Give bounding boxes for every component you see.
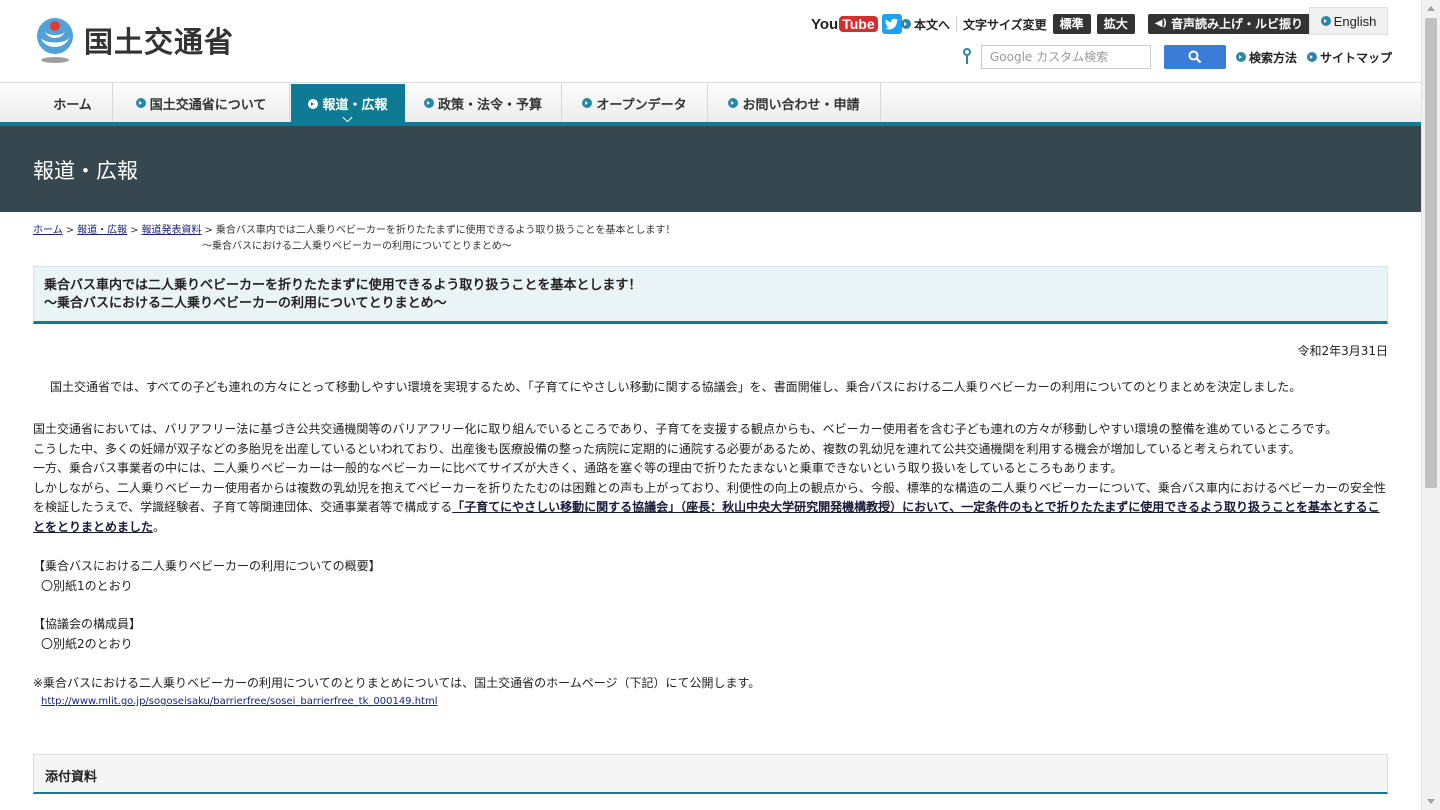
nav-open-data[interactable]: オープンデータ xyxy=(562,83,708,123)
social-links: You Tube xyxy=(811,14,902,34)
scroll-up-icon[interactable] xyxy=(1427,6,1435,11)
circle-arrow-icon xyxy=(1236,52,1246,62)
sitemap-label: サイトマップ xyxy=(1320,50,1393,65)
page: 国土交通省 You Tube 本文へ 文字サイズ変更 標準 拡大 ◀) 音声読み上げ… xyxy=(0,0,1421,810)
twitter-icon[interactable] xyxy=(881,14,902,34)
summary-section: 【乗合バスにおける二人乗りベビーカーの利用についての概要】 〇別紙1のとおり xyxy=(33,557,381,596)
youtube-you-text: You xyxy=(811,15,839,33)
circle-arrow-icon xyxy=(423,98,434,108)
section-banner: 報道・広報 xyxy=(0,126,1421,212)
breadcrumb: ホーム > 報道・広報 > 報道発表資料 > 乗合バス車内では二人乗りベビーカーを折りたたま… xyxy=(33,223,675,255)
breadcrumb-current: 乗合バス車内では二人乗りベビーカーを折りたたまずに使用できるよう取り扱うことを基… xyxy=(215,225,676,236)
divider xyxy=(956,16,958,32)
chevron-down-icon xyxy=(342,112,353,123)
english-label: English xyxy=(1333,13,1377,29)
members-heading: 【協議会の構成員】 xyxy=(33,617,142,631)
skip-to-content-label: 本文へ xyxy=(914,17,951,32)
breadcrumb-press[interactable]: 報道・広報 xyxy=(77,225,127,236)
breadcrumb-separator: > xyxy=(65,225,75,236)
article-title: 乗合バス車内では二人乗りベビーカーを折りたたまずに使用できるよう取り扱うことを基… xyxy=(44,277,641,313)
voice-ruby-label: 音声読み上げ・ルビ振り xyxy=(1170,17,1303,31)
circle-arrow-icon xyxy=(308,98,319,109)
search-icon xyxy=(1188,50,1202,64)
section-title: 報道・広報 xyxy=(33,159,138,183)
search-help-label: 検索方法 xyxy=(1249,50,1298,65)
circle-arrow-icon xyxy=(728,98,739,108)
nav-policy-label: 政策・法令・予算 xyxy=(437,97,542,113)
youtube-icon[interactable]: You Tube xyxy=(811,16,878,33)
members-section: 【協議会の構成員】 〇別紙2のとおり xyxy=(33,615,141,654)
circle-arrow-icon xyxy=(1320,16,1331,26)
publication-note: ※乗合バスにおける二人乗りベビーカーの利用についてのとりまとめについては、国土交… xyxy=(33,676,761,690)
search-button[interactable] xyxy=(1164,45,1226,69)
members-item: 〇別紙2のとおり xyxy=(41,636,133,651)
circle-arrow-icon xyxy=(582,98,593,108)
summary-item: 〇別紙1のとおり xyxy=(41,578,133,593)
publish-date: 令和2年3月31日 xyxy=(1297,344,1388,358)
breadcrumb-home[interactable]: ホーム xyxy=(33,225,63,236)
circle-arrow-icon xyxy=(135,98,146,108)
nav-press[interactable]: 報道・広報 xyxy=(291,84,405,123)
breadcrumb-separator: > xyxy=(204,225,213,236)
font-large-button[interactable]: 拡大 xyxy=(1096,14,1135,34)
site-logo-text: 国土交通省 xyxy=(84,25,235,59)
youtube-tube-text: Tube xyxy=(839,16,878,32)
scroll-down-icon[interactable] xyxy=(1427,799,1435,804)
body-line: 国土交通省においては、バリアフリー法に基づき公共交通機関等のバリアフリー化に取り… xyxy=(33,422,1338,436)
nav-press-label: 報道・広報 xyxy=(322,98,388,113)
map-pin-icon xyxy=(961,48,973,66)
breadcrumb-current-subtitle: ～乗合バスにおける二人乗りベビーカーの利用についてとりまとめ～ xyxy=(202,241,512,252)
attachments-box: 添付資料 xyxy=(33,754,1388,794)
attachments-heading: 添付資料 xyxy=(45,770,98,785)
nav-about-label: 国土交通省について xyxy=(149,97,267,113)
summary-heading: 【乗合バスにおける二人乗りベビーカーの利用についての概要】 xyxy=(33,559,381,573)
mlit-logo-icon xyxy=(37,18,73,63)
article-title-line2: ～乗合バスにおける二人乗りベビーカーの利用についてとりまとめ～ xyxy=(44,296,447,311)
voice-ruby-button[interactable]: ◀) 音声読み上げ・ルビ振り xyxy=(1147,14,1310,34)
font-standard-button[interactable]: 標準 xyxy=(1052,14,1091,34)
vertical-scrollbar[interactable] xyxy=(1421,0,1440,810)
scrollbar-thumb[interactable] xyxy=(1425,18,1437,488)
breadcrumb-releases[interactable]: 報道発表資料 xyxy=(141,225,201,236)
reference-url-link[interactable]: http://www.mlit.go.jp/sogoseisaku/barrie… xyxy=(41,696,438,707)
search-input[interactable] xyxy=(981,45,1151,69)
article-title-box: 乗合バス車内では二人乗りベビーカーを折りたたまずに使用できるよう取り扱うことを基… xyxy=(33,266,1388,324)
skip-to-content-link[interactable]: 本文へ xyxy=(901,16,950,33)
search-help-link[interactable]: 検索方法 xyxy=(1236,49,1297,66)
utility-bar: 本文へ 文字サイズ変更 標準 拡大 ◀) 音声読み上げ・ルビ振り xyxy=(901,14,1310,34)
breadcrumb-separator: > xyxy=(130,225,139,236)
lead-paragraph: 国土交通省では、すべての子ども連れの方々にとって移動しやすい環境を実現するため、… xyxy=(50,380,1302,394)
nav-home-label: ホーム xyxy=(53,97,92,113)
body-line: こうした中、多くの妊婦が双子などの多胎児を出産しているといわれており、出産後も医… xyxy=(33,441,1301,456)
english-link[interactable]: English xyxy=(1309,7,1388,35)
circle-arrow-icon xyxy=(901,19,911,29)
speaker-icon: ◀) xyxy=(1154,18,1167,29)
global-nav: ホーム 国土交通省について 報道・広報 政策・法令・予算 オープンデータ お問い… xyxy=(0,82,1421,123)
search-area: 検索方法 サイトマップ xyxy=(961,45,1392,69)
nav-contact-label: お問い合わせ・申請 xyxy=(742,97,860,113)
body-paragraph: 国土交通省においては、バリアフリー法に基づき公共交通機関等のバリアフリー化に取り… xyxy=(33,420,1389,537)
body-line-end: 。 xyxy=(153,519,166,534)
sitemap-link[interactable]: サイトマップ xyxy=(1307,49,1392,66)
circle-arrow-icon xyxy=(1307,52,1318,62)
nav-contact[interactable]: お問い合わせ・申請 xyxy=(708,83,881,123)
nav-about[interactable]: 国土交通省について xyxy=(113,83,290,123)
site-logo[interactable]: 国土交通省 xyxy=(33,16,234,64)
nav-home[interactable]: ホーム xyxy=(33,83,113,123)
font-size-label: 文字サイズ変更 xyxy=(963,17,1047,32)
twitter-bird-icon xyxy=(884,18,898,30)
nav-policy[interactable]: 政策・法令・予算 xyxy=(405,83,562,123)
nav-open-data-label: オープンデータ xyxy=(596,97,687,113)
body-line: 一方、乗合バス事業者の中には、二人乗りベビーカーは一般的なベビーカーに比べてサイ… xyxy=(33,461,1123,475)
article-title-line1: 乗合バス車内では二人乗りベビーカーを折りたたまずに使用できるよう取り扱うことを基… xyxy=(44,278,642,293)
site-header: 国土交通省 You Tube 本文へ 文字サイズ変更 標準 拡大 ◀) 音声読み上げ… xyxy=(0,0,1421,82)
